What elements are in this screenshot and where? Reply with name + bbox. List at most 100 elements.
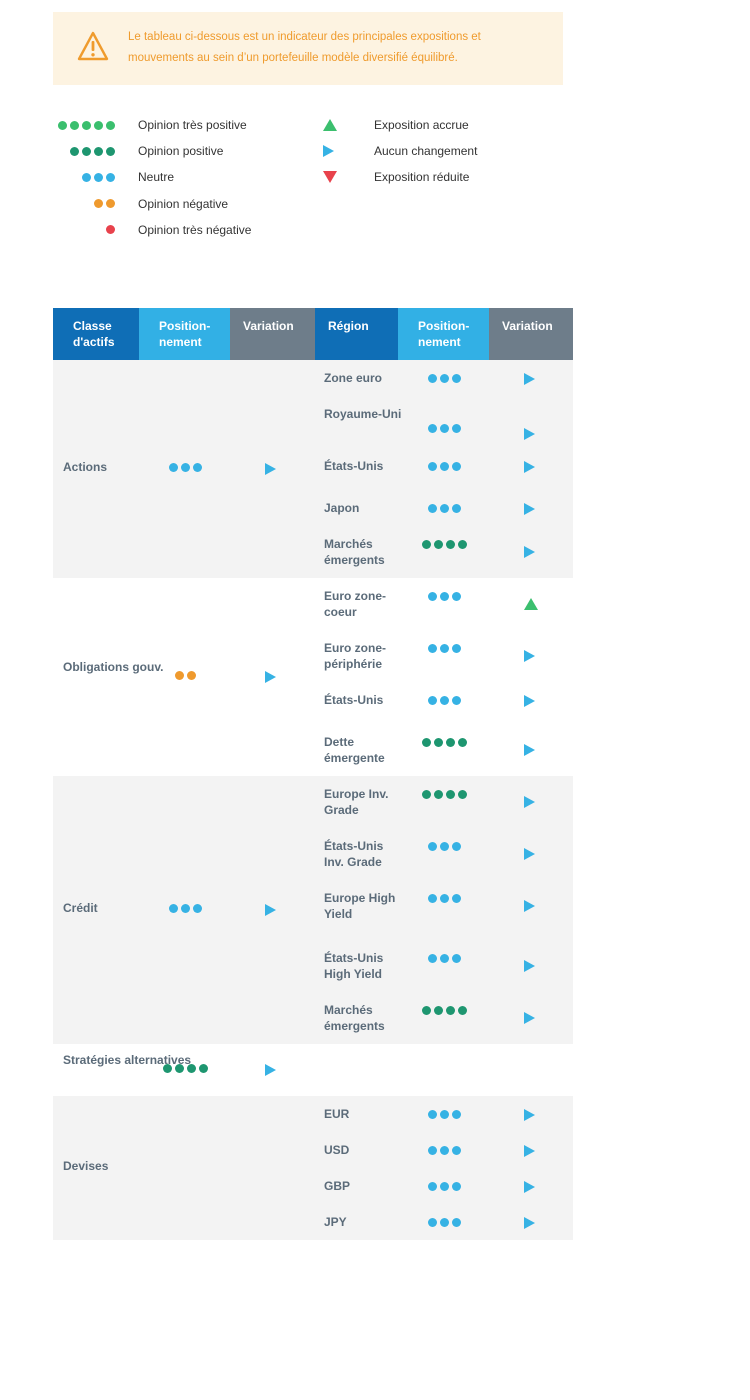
opinion-dot: [175, 1063, 184, 1073]
opinion-dot: [452, 841, 461, 851]
table-header: Classe d'actifs Position-nement Variatio…: [53, 308, 573, 360]
region-name: États-Unis: [324, 459, 384, 473]
opinion-dot: [440, 893, 449, 903]
region-variation: [524, 848, 535, 860]
opinion-dot: [440, 503, 449, 513]
triangle-right-icon: [524, 1217, 535, 1229]
region-variation: [524, 1145, 535, 1157]
opinion-dot: [428, 503, 437, 513]
legend-exposure-item: Exposition accrue: [323, 112, 469, 138]
triangle-right-icon: [265, 1064, 276, 1076]
opinion-dot: [428, 695, 437, 705]
region-variation: [524, 960, 535, 972]
triangle-right-icon: [524, 428, 535, 440]
legend-opinion-label: Opinion très négative: [138, 222, 252, 237]
region-variation: [524, 796, 535, 808]
opinion-dot: [94, 120, 103, 130]
opinion-dot: [428, 953, 437, 963]
opinion-dot: [193, 903, 202, 913]
opinion-dot: [428, 591, 437, 601]
asset-class-group: Obligations gouv. Euro zone-coeur Euro zon…: [53, 578, 573, 776]
triangle-right-icon: [265, 671, 276, 683]
header-region: Région: [315, 308, 398, 360]
asset-class-name: Crédit: [63, 901, 98, 915]
region-name: Marchés émergents: [324, 1003, 385, 1033]
triangle-right-icon: [524, 744, 535, 756]
opinion-dot: [428, 643, 437, 653]
opinion-dot: [440, 695, 449, 705]
region-variation: [524, 1012, 535, 1024]
header-asset-class: Classe d'actifs: [53, 308, 139, 360]
region-positioning: [425, 1108, 461, 1120]
opinion-dot: [428, 1181, 437, 1191]
triangle-right-icon: [524, 1145, 535, 1157]
opinion-dot: [452, 461, 461, 471]
opinion-dot: [452, 695, 461, 705]
region-name: Dette émergente: [324, 735, 385, 765]
region-variation: [524, 1109, 535, 1121]
triangle-up-icon: [323, 119, 337, 131]
opinion-dot: [446, 539, 455, 549]
opinion-dot: [94, 172, 103, 182]
opinion-dot: [440, 643, 449, 653]
opinion-dot: [428, 841, 437, 851]
opinion-dot: [187, 670, 196, 680]
triangle-right-icon: [524, 650, 535, 662]
region-name: Europe Inv. Grade: [324, 787, 389, 817]
opinion-dot: [440, 841, 449, 851]
legend-opinion-item: Neutre: [53, 164, 174, 190]
triangle-down-icon: [323, 171, 337, 184]
opinion-dot: [440, 1145, 449, 1155]
triangle-right-icon: [323, 145, 334, 158]
asset-class-positioning: [166, 461, 202, 473]
opinion-dot: [434, 539, 443, 549]
triangle-right-icon: [265, 463, 276, 475]
opinion-dot: [428, 1109, 437, 1119]
opinion-dot: [428, 461, 437, 471]
opinion-dot: [193, 462, 202, 472]
triangle-right-icon: [524, 1181, 535, 1193]
triangle-right-icon: [524, 546, 535, 558]
region-name: États-Unis: [324, 693, 384, 707]
region-positioning: [425, 460, 461, 472]
legend-exposure-item: Aucun changement: [323, 138, 477, 164]
opinion-dot: [181, 462, 190, 472]
region-positioning: [425, 642, 461, 654]
opinion-dot: [187, 1063, 196, 1073]
region-variation: [524, 744, 535, 756]
legend-opinion-label: Neutre: [138, 170, 175, 185]
opinion-dot: [458, 1005, 467, 1015]
opinion-dot: [163, 1063, 172, 1073]
asset-class-name: Actions: [63, 460, 108, 474]
opinion-dot: [446, 1005, 455, 1015]
region-positioning: [419, 1004, 467, 1016]
triangle-right-icon: [524, 1012, 535, 1024]
region-name: GBP: [324, 1179, 351, 1193]
opinion-dot: [422, 539, 431, 549]
opinion-dot: [94, 199, 103, 209]
region-name: EUR: [324, 1107, 350, 1121]
header-region-positioning: Position-nement: [398, 308, 489, 360]
region-variation: [524, 598, 538, 610]
opinion-dot: [452, 1181, 461, 1191]
opinion-dot: [199, 1063, 208, 1073]
opinion-dot: [82, 120, 91, 130]
asset-class-variation: [265, 904, 276, 916]
opinion-dot: [452, 953, 461, 963]
warning-icon: [77, 31, 109, 61]
opinion-dot: [452, 1217, 461, 1227]
opinion-dot: [428, 373, 437, 383]
header-region-variation: Variation: [489, 308, 573, 360]
opinion-dot: [82, 146, 91, 156]
opinion-dot: [458, 789, 467, 799]
triangle-right-icon: [524, 960, 535, 972]
region-name: Zone euro: [324, 371, 383, 385]
legend-opinion-label: Opinion très positive: [138, 118, 247, 132]
opinion-dot: [440, 461, 449, 471]
legend-opinion-label: Opinion positive: [138, 144, 224, 159]
opinion-dot: [440, 953, 449, 963]
header-variation: Variation: [230, 308, 315, 360]
opinion-dot: [428, 1145, 437, 1155]
region-positioning: [425, 372, 461, 384]
asset-class-name: Devises: [63, 1159, 109, 1173]
